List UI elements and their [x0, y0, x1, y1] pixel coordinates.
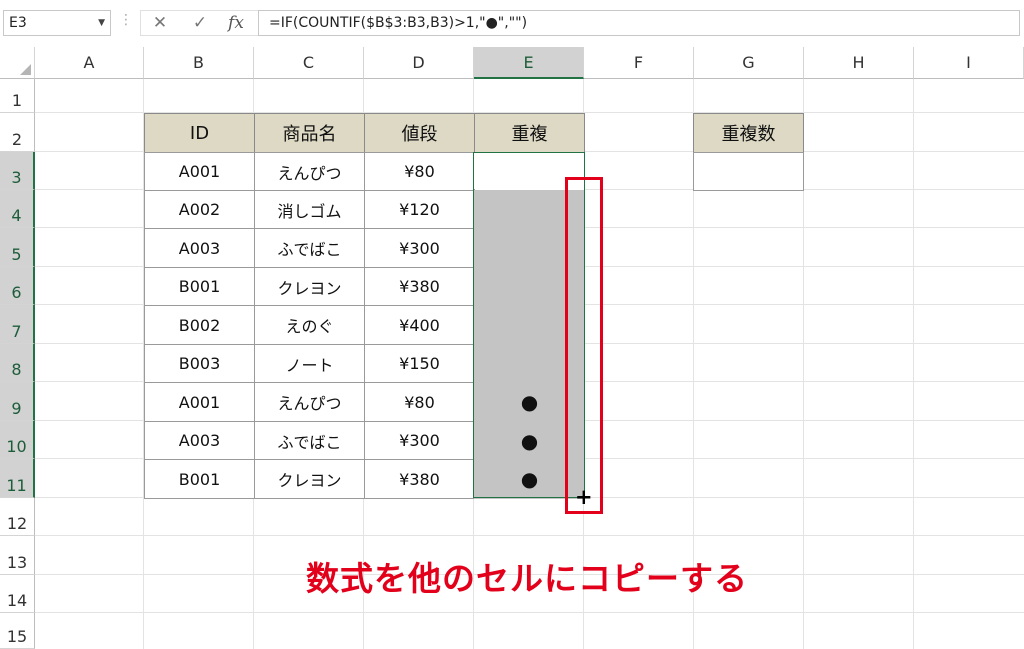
- price-cell[interactable]: ¥120: [364, 190, 475, 229]
- row-header-2[interactable]: 2: [0, 113, 35, 152]
- row-number: 1: [11, 91, 23, 110]
- column-header-b[interactable]: B: [144, 47, 254, 79]
- id-cell[interactable]: B001: [144, 267, 255, 306]
- column-header-g[interactable]: G: [694, 47, 804, 79]
- row-number: 11: [6, 476, 27, 495]
- id-cell[interactable]: A003: [144, 228, 255, 268]
- row-number: 9: [11, 399, 22, 418]
- price-cell[interactable]: ¥400: [364, 305, 475, 345]
- row-number: 8: [11, 360, 22, 379]
- column-header-h[interactable]: H: [804, 47, 914, 79]
- row-number: 3: [11, 168, 22, 187]
- header-product-name[interactable]: 商品名: [254, 113, 365, 153]
- row-number: 5: [11, 245, 22, 264]
- insert-function-icon[interactable]: fx: [222, 9, 250, 37]
- row-number: 7: [11, 322, 22, 341]
- row-header-8[interactable]: 8: [0, 344, 35, 382]
- header-duplicate-count[interactable]: 重複数: [693, 113, 804, 153]
- column-header-a[interactable]: A: [35, 47, 144, 79]
- id-cell[interactable]: B003: [144, 344, 255, 383]
- product-name-cell[interactable]: えんぴつ: [254, 152, 365, 191]
- price-cell[interactable]: ¥380: [364, 267, 475, 306]
- row-number: 13: [6, 553, 28, 572]
- cancel-icon[interactable]: ✕: [146, 9, 174, 37]
- row-number: 10: [6, 437, 27, 456]
- product-name-cell[interactable]: ふでばこ: [254, 421, 365, 460]
- name-box-value: E3: [9, 15, 27, 31]
- row-header-5[interactable]: 5: [0, 228, 35, 267]
- row-number: 14: [6, 591, 28, 610]
- more-options-icon: ⋮: [119, 12, 133, 28]
- price-cell[interactable]: ¥80: [364, 152, 475, 191]
- column-header-e[interactable]: E: [474, 47, 584, 79]
- row-number: 15: [6, 627, 28, 646]
- row-header-10[interactable]: 10: [0, 421, 35, 459]
- row-header-6[interactable]: 6: [0, 267, 35, 305]
- product-name-cell[interactable]: 消しゴム: [254, 190, 365, 229]
- column-header-c[interactable]: C: [254, 47, 364, 79]
- product-name-cell[interactable]: えんぴつ: [254, 382, 365, 422]
- select-all-button[interactable]: [0, 47, 35, 79]
- id-cell[interactable]: B001: [144, 459, 255, 499]
- id-cell[interactable]: A003: [144, 421, 255, 460]
- row-header-12[interactable]: 12: [0, 498, 35, 536]
- id-cell[interactable]: A001: [144, 152, 255, 191]
- fill-handle-highlight: [565, 177, 603, 514]
- row-header-9[interactable]: 9: [0, 382, 35, 421]
- product-name-cell[interactable]: クレヨン: [254, 459, 365, 499]
- row-header-14[interactable]: 14: [0, 575, 35, 613]
- name-box[interactable]: E3 ▼: [3, 10, 111, 36]
- id-cell[interactable]: B002: [144, 305, 255, 345]
- duplicate-count-cell[interactable]: [693, 152, 804, 191]
- header-price[interactable]: 値段: [364, 113, 475, 153]
- price-cell[interactable]: ¥80: [364, 382, 475, 422]
- row-header-13[interactable]: 13: [0, 536, 35, 575]
- product-name-cell[interactable]: ノート: [254, 344, 365, 383]
- header-duplicate[interactable]: 重複: [474, 113, 585, 153]
- row-number: 12: [6, 514, 28, 533]
- grid-line: [35, 612, 1024, 613]
- grid-line: [913, 79, 914, 649]
- id-cell[interactable]: A001: [144, 382, 255, 422]
- formula-input[interactable]: =IF(COUNTIF($B$3:B3,B3)>1,"●",""): [258, 10, 1020, 36]
- enter-icon[interactable]: ✓: [186, 9, 214, 37]
- column-header-f[interactable]: F: [584, 47, 694, 79]
- price-cell[interactable]: ¥300: [364, 421, 475, 460]
- id-cell[interactable]: A002: [144, 190, 255, 229]
- row-number: 4: [11, 206, 22, 225]
- grid-line: [35, 535, 1024, 536]
- row-header-3[interactable]: 3: [0, 152, 35, 190]
- price-cell[interactable]: ¥300: [364, 228, 475, 268]
- column-header-i[interactable]: I: [914, 47, 1024, 79]
- product-name-cell[interactable]: ふでばこ: [254, 228, 365, 268]
- price-cell[interactable]: ¥380: [364, 459, 475, 499]
- annotation-text: 数式を他のセルにコピーする: [306, 559, 748, 598]
- header-id[interactable]: ID: [144, 113, 255, 153]
- crosshair-cursor-icon: +: [575, 485, 593, 509]
- row-header-1[interactable]: 1: [0, 79, 35, 113]
- row-header-4[interactable]: 4: [0, 190, 35, 228]
- column-header-d[interactable]: D: [364, 47, 474, 79]
- row-header-11[interactable]: 11: [0, 459, 35, 498]
- product-name-cell[interactable]: クレヨン: [254, 267, 365, 306]
- price-cell[interactable]: ¥150: [364, 344, 475, 383]
- row-number: 6: [11, 283, 22, 302]
- chevron-down-icon[interactable]: ▼: [98, 11, 105, 35]
- row-header-7[interactable]: 7: [0, 305, 35, 344]
- product-name-cell[interactable]: えのぐ: [254, 305, 365, 345]
- formula-bar: E3 ▼ ⋮ ✕ ✓ fx =IF(COUNTIF($B$3:B3,B3)>1,…: [0, 0, 1024, 48]
- row-header-15[interactable]: 15: [0, 613, 35, 649]
- row-number: 2: [11, 130, 23, 149]
